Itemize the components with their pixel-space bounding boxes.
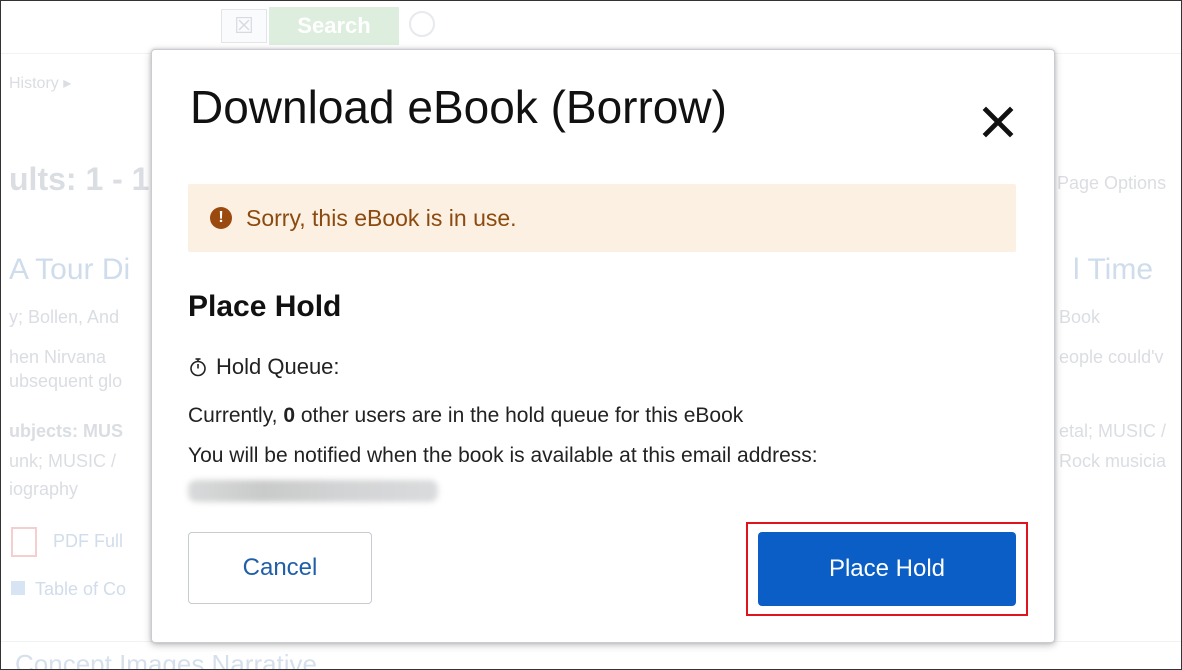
queue-prefix: Currently, [188,404,278,427]
hold-queue-label: Hold Queue: [216,354,340,379]
in-use-alert: ! Sorry, this eBook is in use. [188,184,1016,252]
alert-message: Sorry, this eBook is in use. [246,204,517,231]
place-hold-heading: Place Hold [188,290,342,323]
download-ebook-dialog: Download eBook (Borrow) ! Sorry, this eB… [151,49,1055,643]
queue-suffix: other users are in the hold queue for th… [300,404,744,427]
dialog-title: Download eBook (Borrow) [190,81,727,133]
queue-status-text: Currently, 0 other users are in the hold… [188,404,743,428]
queue-count: 0 [283,404,295,427]
cancel-button[interactable]: Cancel [188,532,372,604]
screen-frame: ☒ Search History ▸ ults: 1 - 1 Page Opti… [0,0,1182,670]
warning-icon: ! [210,207,232,229]
email-address-redacted [188,480,438,502]
place-hold-button[interactable]: Place Hold [758,532,1016,606]
close-button[interactable] [972,96,1024,148]
hold-queue-row: Hold Queue: [188,354,340,380]
stopwatch-icon [190,358,206,377]
notify-text: You will be notified when the book is av… [188,444,818,467]
close-icon [982,106,1014,138]
